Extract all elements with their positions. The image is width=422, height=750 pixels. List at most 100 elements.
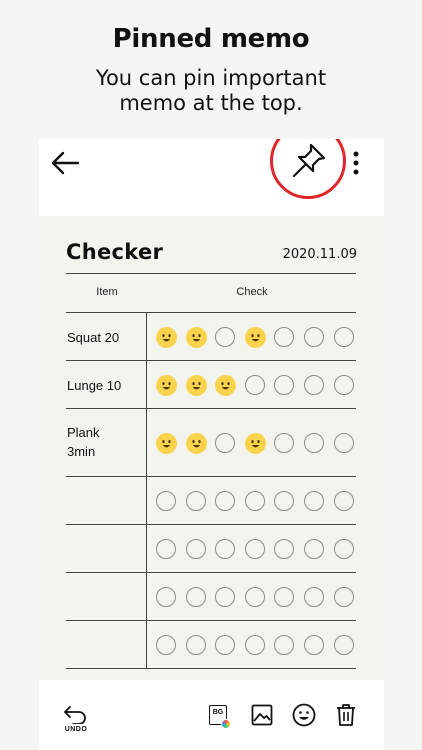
row-check-cell [148,621,356,668]
empty-check-circle[interactable] [215,539,235,559]
empty-check-circle[interactable] [186,539,206,559]
empty-check-circle[interactable] [186,635,206,655]
promo-title: Pinned memo [112,24,310,54]
row-item-cell[interactable]: Squat 20 [66,313,147,360]
row-item-cell[interactable] [66,621,147,668]
pushpin-icon [292,143,326,178]
table-row [66,477,356,525]
promo-subtitle-line-2: memo at the top. [119,91,303,115]
delete-button[interactable] [336,703,356,727]
empty-check-circle[interactable] [304,375,324,395]
empty-check-circle[interactable] [334,433,354,453]
row-check-cell [148,361,356,408]
empty-check-circle[interactable] [334,539,354,559]
empty-check-circle[interactable] [274,539,294,559]
empty-check-circle[interactable] [215,327,235,347]
emoji-icon [292,703,316,727]
empty-check-circle[interactable] [245,587,265,607]
row-item-cell[interactable]: Plank 3min [66,409,147,476]
empty-check-circle[interactable] [334,491,354,511]
empty-check-circle[interactable] [245,375,265,395]
empty-check-circle[interactable] [274,375,294,395]
smile-check-icon[interactable] [244,326,266,348]
empty-check-circle[interactable] [245,635,265,655]
empty-check-circle[interactable] [215,635,235,655]
empty-check-circle[interactable] [304,433,324,453]
row-item-cell[interactable]: Lunge 10 [66,361,147,408]
arrow-left-icon [51,151,80,175]
empty-check-circle[interactable] [304,587,324,607]
memo-content[interactable]: Checker 2020.11.09 Item Check Squat 20 Lu… [39,216,384,680]
row-check-cell [148,573,356,620]
app-bar [39,139,384,216]
empty-check-circle[interactable] [156,635,176,655]
smile-check-icon[interactable] [155,326,177,348]
empty-check-circle[interactable] [274,587,294,607]
promo-subtitle: You can pin important memo at the top. [0,66,422,116]
empty-check-circle[interactable] [274,491,294,511]
row-item-cell[interactable] [66,525,147,572]
insert-emoji-button[interactable] [292,703,316,727]
column-header-check: Check [236,286,268,298]
undo-icon [64,706,86,725]
empty-check-circle[interactable] [186,491,206,511]
table-row: Squat 20 [66,313,356,361]
empty-check-circle[interactable] [334,587,354,607]
memo-date: 2020.11.09 [282,247,357,262]
smile-check-icon[interactable] [185,326,207,348]
bottom-toolbar: UNDO BG [39,680,384,750]
empty-check-circle[interactable] [156,587,176,607]
row-item-cell[interactable] [66,477,147,524]
row-check-cell [148,313,356,360]
table-row [66,525,356,573]
empty-check-circle[interactable] [334,327,354,347]
row-check-cell [148,409,356,476]
row-item-cell[interactable] [66,573,147,620]
insert-image-button[interactable] [251,704,273,726]
row-item-text: Lunge 10 [67,378,122,393]
more-menu-button[interactable] [349,151,363,177]
undo-button[interactable]: UNDO [61,704,91,738]
color-wheel-icon [221,719,231,729]
empty-check-circle[interactable] [215,587,235,607]
empty-check-circle[interactable] [274,327,294,347]
empty-check-circle[interactable] [186,587,206,607]
back-button[interactable] [49,149,81,177]
empty-check-circle[interactable] [245,491,265,511]
promo-subtitle-line-1: You can pin important [95,66,327,90]
trash-icon [337,704,355,726]
empty-check-circle[interactable] [215,433,235,453]
row-item-text: 3min [67,444,96,459]
empty-check-circle[interactable] [274,433,294,453]
image-icon [251,704,273,726]
empty-check-circle[interactable] [245,539,265,559]
empty-check-circle[interactable] [156,491,176,511]
empty-check-circle[interactable] [215,491,235,511]
empty-check-circle[interactable] [274,635,294,655]
memo-title: Checker [66,240,164,264]
empty-check-circle[interactable] [334,375,354,395]
column-header-item: Item [96,286,118,298]
smile-check-icon[interactable] [214,374,236,396]
empty-check-circle[interactable] [304,539,324,559]
checker-table: Item Check Squat 20 Lunge 10 Plank 3min [66,273,356,669]
empty-check-circle[interactable] [334,635,354,655]
row-item-text: Squat 20 [67,330,120,345]
empty-check-circle[interactable] [156,539,176,559]
empty-check-circle[interactable] [304,327,324,347]
smile-check-icon[interactable] [155,432,177,454]
phone-screen: Checker 2020.11.09 Item Check Squat 20 Lu… [39,139,384,750]
smile-check-icon[interactable] [185,432,207,454]
table-row: Plank 3min [66,409,356,477]
background-color-button[interactable]: BG [207,703,231,729]
empty-check-circle[interactable] [304,491,324,511]
smile-check-icon[interactable] [155,374,177,396]
pin-button[interactable] [270,139,346,199]
row-item-text: Plank [67,425,100,440]
more-vertical-icon [353,151,359,175]
empty-check-circle[interactable] [304,635,324,655]
smile-check-icon[interactable] [185,374,207,396]
table-row: Lunge 10 [66,361,356,409]
row-check-cell [148,525,356,572]
smile-check-icon[interactable] [244,432,266,454]
